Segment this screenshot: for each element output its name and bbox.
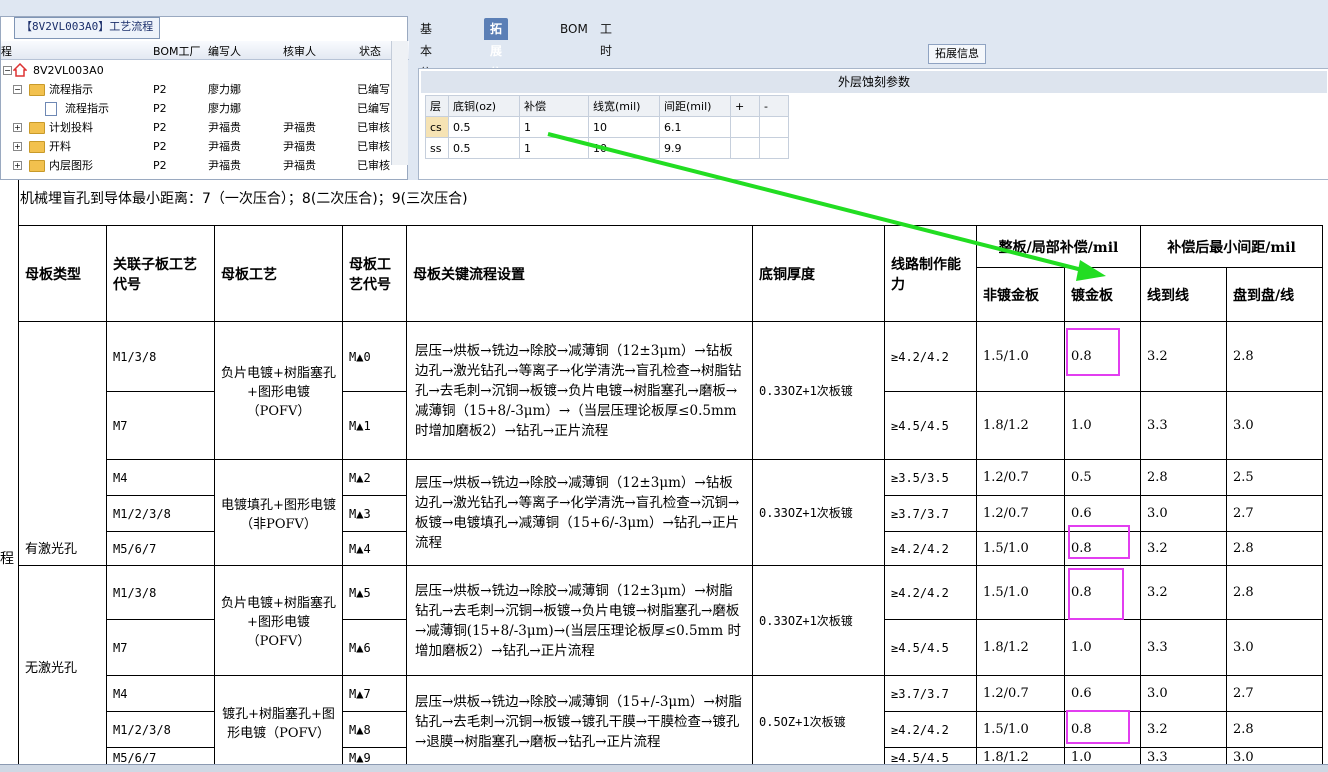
green-arrow	[547, 132, 1106, 281]
arrow-line	[547, 132, 1091, 274]
arrow-head	[1076, 260, 1106, 281]
